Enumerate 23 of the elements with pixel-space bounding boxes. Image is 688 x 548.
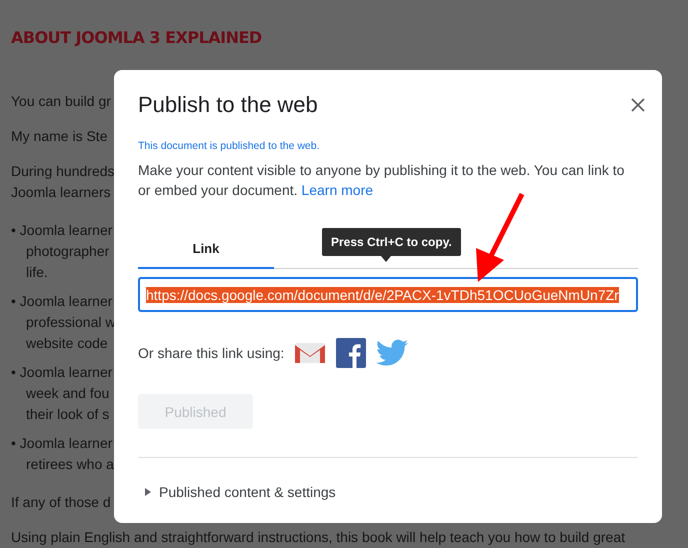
bullet-item: • Joomla learner photographer life.	[11, 221, 112, 282]
page-heading: ABOUT JOOMLA 3 EXPLAINED	[11, 28, 263, 47]
settings-toggle[interactable]: Published content & settings	[138, 484, 336, 500]
facebook-icon[interactable]	[336, 338, 366, 368]
share-label: Or share this link using:	[138, 345, 284, 361]
tooltip: Press Ctrl+C to copy.	[322, 228, 461, 256]
status-text: This document is published to the web.	[138, 140, 321, 152]
description: Make your content visible to anyone by publishing it to the web. You can link to or embed your document. Learn more	[138, 161, 626, 200]
paragraph: Using plain English and straightforward instructions, this book will help teach you how to build great	[11, 528, 626, 547]
tooltip-tail-icon	[381, 256, 391, 262]
link-field[interactable]: https://docs.google.com/document/d/e/2PACX-1vTDh51OCUoGueNmUn7Zr	[138, 277, 638, 312]
bullet-item: • Joomla learner week and fou their look of s	[11, 363, 112, 424]
paragraph: My name is Ste	[11, 127, 108, 146]
mail-icon[interactable]	[294, 341, 326, 365]
dialog-title: Publish to the web	[138, 92, 318, 118]
paragraph: You can build gr	[11, 92, 111, 111]
learn-more-link[interactable]: Learn more	[301, 182, 374, 198]
tab[interactable]: Link	[138, 236, 274, 269]
bullet-item: • Joomla learner retirees who a	[11, 434, 114, 474]
paragraph: During hundreds Joomla learners	[11, 162, 115, 202]
caret-icon	[145, 488, 151, 496]
close-icon[interactable]	[631, 98, 645, 112]
paragraph: If any of those d	[11, 493, 111, 512]
